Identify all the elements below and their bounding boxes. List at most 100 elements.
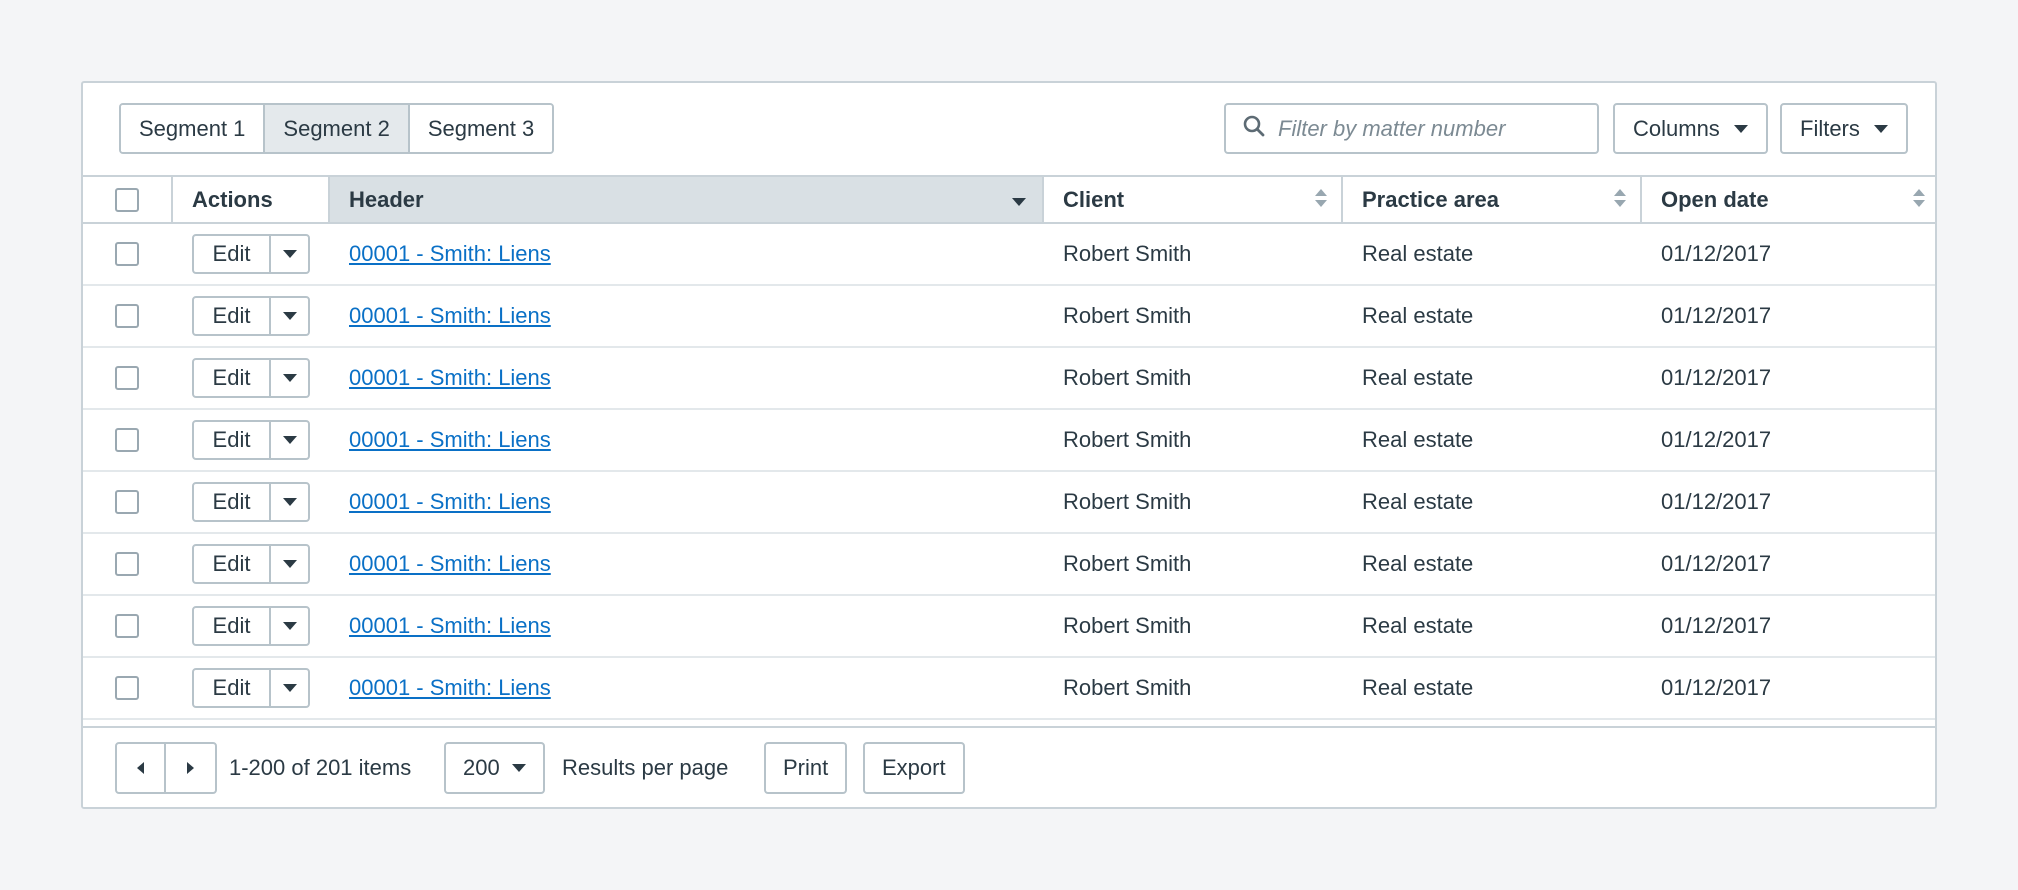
row-actions-dropdown-button[interactable] [271,360,308,396]
print-button[interactable]: Print [764,742,848,794]
select-all-checkbox[interactable] [115,187,139,212]
row-checkbox[interactable] [115,552,139,576]
row-actions-dropdown-button[interactable] [271,546,308,582]
matter-cell: 00001 - Smith: Liens [349,472,551,532]
chevron-down-icon [282,312,297,320]
chevron-down-icon [1873,124,1888,133]
practice-area-cell: Real estate [1362,303,1474,328]
columns-button[interactable]: Columns [1613,103,1768,154]
chevron-down-icon [282,250,297,258]
row-checkbox[interactable] [115,676,139,700]
chevron-down-icon [282,560,297,568]
practice-area-cell: Real estate [1362,613,1474,638]
edit-button[interactable]: Edit [194,670,271,706]
practice-area-cell: Real estate [1362,427,1474,452]
edit-split-button: Edit [192,606,310,646]
edit-button[interactable]: Edit [194,236,271,272]
filter-search-box[interactable] [1224,103,1599,154]
table-body: Edit 00001 - Smith: Liens Robert Smith Real… [83,224,1935,734]
edit-button[interactable]: Edit [194,422,271,458]
edit-split-button: Edit [192,358,310,398]
matter-cell: 00001 - Smith: Liens [349,348,551,408]
edit-split-button: Edit [192,544,310,584]
practice-area-cell: Real estate [1362,365,1474,390]
column-header-header[interactable]: Header [330,177,1044,222]
row-select-cell [115,534,139,594]
matter-link[interactable]: 00001 - Smith: Liens [349,675,551,701]
chevron-down-icon [282,436,297,444]
columns-button-label: Columns [1633,115,1720,141]
table-row: Edit 00001 - Smith: Liens Robert Smith Real… [83,348,1935,410]
results-per-page-select[interactable]: 200 [444,742,545,794]
table-footer: 1-200 of 201 items 200 Results per page … [83,726,1935,807]
filter-search-input[interactable] [1278,115,1578,142]
row-actions-dropdown-button[interactable] [271,608,308,644]
row-actions-dropdown-button[interactable] [271,236,308,272]
matter-link[interactable]: 00001 - Smith: Liens [349,241,551,267]
filters-button-label: Filters [1800,115,1860,141]
matter-link[interactable]: 00001 - Smith: Liens [349,613,551,639]
row-actions-dropdown-button[interactable] [271,484,308,520]
edit-button[interactable]: Edit [194,484,271,520]
export-button[interactable]: Export [863,742,965,794]
row-actions-dropdown-button[interactable] [271,298,308,334]
chevron-down-icon [282,684,297,692]
segmented-control: Segment 1 Segment 2 Segment 3 [119,103,555,154]
open-date-cell: 01/12/2017 [1661,427,1772,452]
table-row: Edit 00001 - Smith: Liens Robert Smith Real… [83,472,1935,534]
client-cell: Robert Smith [1063,613,1192,638]
matter-link[interactable]: 00001 - Smith: Liens [349,365,551,391]
matter-link[interactable]: 00001 - Smith: Liens [349,489,551,515]
column-header-actions: Actions [173,177,330,222]
previous-page-button[interactable] [117,744,166,792]
row-actions-dropdown-button[interactable] [271,670,308,706]
practice-area-cell: Real estate [1362,551,1474,576]
column-header-label: Client [1063,186,1125,212]
open-date-cell: 01/12/2017 [1661,551,1772,576]
edit-button[interactable]: Edit [194,360,271,396]
matter-cell: 00001 - Smith: Liens [349,534,551,594]
table-row: Edit 00001 - Smith: Liens Robert Smith Real… [83,410,1935,472]
row-actions-dropdown-button[interactable] [271,422,308,458]
row-select-cell [115,224,139,284]
row-actions-cell: Edit [192,224,310,284]
edit-button[interactable]: Edit [194,298,271,334]
edit-split-button: Edit [192,420,310,460]
matter-link[interactable]: 00001 - Smith: Liens [349,303,551,329]
table-header-row: Actions Header Client Practice area Open… [83,175,1935,224]
row-checkbox[interactable] [115,242,139,266]
sort-descending-icon [1012,187,1026,213]
column-header-open-date[interactable]: Open date [1642,177,1935,222]
chevron-down-icon [282,498,297,506]
client-cell: Robert Smith [1063,489,1192,514]
table-row: Edit 00001 - Smith: Liens Robert Smith Real… [83,658,1935,720]
next-page-button[interactable] [166,744,215,792]
row-checkbox[interactable] [115,366,139,390]
matter-link[interactable]: 00001 - Smith: Liens [349,551,551,577]
row-checkbox[interactable] [115,304,139,328]
pagination-range-text: 1-200 of 201 items [229,754,412,780]
search-icon [1242,114,1266,143]
segment-2[interactable]: Segment 2 [265,105,410,152]
edit-button[interactable]: Edit [194,546,271,582]
filters-button[interactable]: Filters [1780,103,1908,154]
segment-3[interactable]: Segment 3 [409,105,553,152]
edit-split-button: Edit [192,482,310,522]
row-select-cell [115,596,139,656]
edit-button[interactable]: Edit [194,608,271,644]
column-header-practice-area[interactable]: Practice area [1343,177,1642,222]
segment-1[interactable]: Segment 1 [121,105,266,152]
row-checkbox[interactable] [115,614,139,638]
chevron-left-icon [137,762,144,774]
matter-cell: 00001 - Smith: Liens [349,410,551,470]
row-checkbox[interactable] [115,428,139,452]
client-cell: Robert Smith [1063,303,1192,328]
row-checkbox[interactable] [115,490,139,514]
row-actions-cell: Edit [192,658,310,718]
practice-area-cell: Real estate [1362,489,1474,514]
matter-link[interactable]: 00001 - Smith: Liens [349,427,551,453]
column-header-client[interactable]: Client [1044,177,1343,222]
chevron-down-icon [282,374,297,382]
table-row: Edit 00001 - Smith: Liens Robert Smith Real… [83,286,1935,348]
sort-icon [1913,187,1925,213]
